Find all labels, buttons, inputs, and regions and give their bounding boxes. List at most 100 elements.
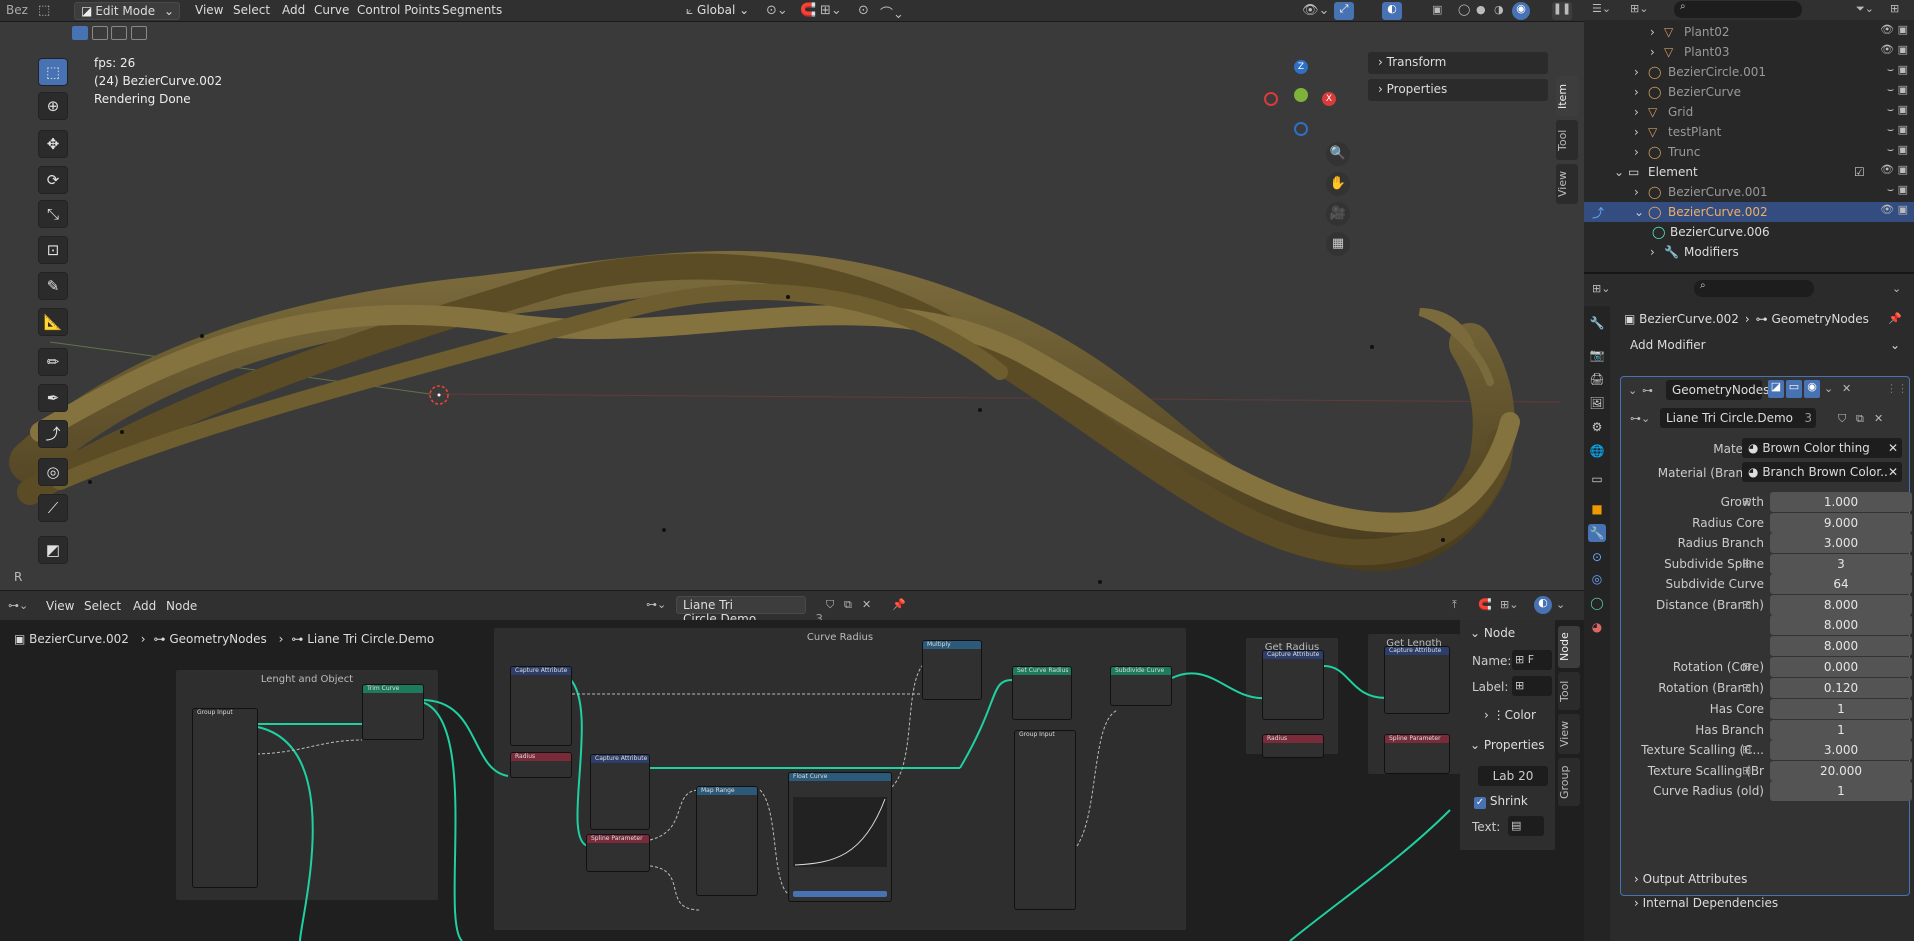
menu-view[interactable]: View (195, 3, 223, 17)
chevron-down-icon[interactable]: ⌄ (1892, 282, 1901, 295)
outliner-row-selected[interactable]: ⌄ ◯ BezierCurve.002 (1584, 202, 1914, 222)
node-tree-name[interactable]: Liane Tri Circle.Demo 3 (676, 596, 823, 626)
editor-type-icon[interactable]: ☰⌄ (1592, 2, 1611, 15)
outliner-row[interactable]: › 🔧 Modifiers (1584, 242, 1914, 262)
attribute-toggle-icon[interactable]: ⊞ (1742, 743, 1756, 757)
material-field[interactable]: ◕ Brown Color thing ✕ (1742, 438, 1902, 458)
node-subdivide-curve[interactable]: Subdivide Curve (1110, 666, 1172, 706)
chevron-down-icon[interactable]: ⌄ (1628, 384, 1637, 397)
input-field[interactable]: 9.000 (1770, 513, 1912, 533)
transform-panel[interactable]: › Transform (1368, 52, 1548, 74)
factor-slider[interactable] (793, 891, 887, 897)
gizmo-z-axis[interactable]: Z (1294, 60, 1308, 74)
menu-segments[interactable]: Segments (442, 3, 502, 17)
camera-button[interactable]: 🎥 (1326, 202, 1350, 226)
tab-view[interactable]: View (1556, 164, 1578, 204)
properties-panel[interactable]: › Properties (1368, 79, 1548, 101)
material-tab-icon[interactable]: ◕ (1588, 618, 1606, 636)
tab-view[interactable]: View (1558, 714, 1580, 754)
proportional-edit-icon[interactable]: ⊙ (858, 3, 869, 18)
snap-icon[interactable]: 🧲 (1478, 598, 1492, 611)
editor-type-icon[interactable]: ⬚ (38, 3, 50, 18)
input-field[interactable]: 64 (1770, 574, 1912, 594)
node-radius-2[interactable]: Radius (1262, 734, 1324, 758)
editor-type-icon[interactable]: ⊞⌄ (1592, 282, 1610, 295)
outliner-row[interactable]: › ◯ BezierCurve.001 (1584, 182, 1914, 202)
snap-element-icon[interactable]: ⊞⌄ (1500, 598, 1518, 611)
visibility-icon[interactable]: 👁⌄ (1302, 3, 1329, 18)
attribute-toggle-icon[interactable]: ⊞ (1742, 495, 1756, 509)
node-capture-attribute-3[interactable]: Capture Attribute (1262, 650, 1324, 720)
eye-icon[interactable]: 👁 ▣ (1874, 20, 1908, 40)
curve-edit-icon[interactable]: ⤴ (1592, 204, 1604, 221)
eye-icon[interactable]: 👁 ▣ (1874, 200, 1908, 220)
scene-tab-icon[interactable]: ⚙ (1588, 418, 1606, 436)
input-field[interactable]: 3 (1770, 554, 1912, 574)
overlay-toggle-icon[interactable]: ◐ (1382, 2, 1402, 20)
node-capture-attribute-4[interactable]: Capture Attribute (1384, 646, 1450, 714)
gizmo-neg-z-axis[interactable] (1294, 122, 1308, 136)
gizmo-y-axis[interactable] (1294, 88, 1308, 102)
fake-user-icon[interactable]: ⛉ (826, 598, 834, 612)
eye-closed-icon[interactable]: ⌣ ▣ (1874, 180, 1908, 200)
close-icon[interactable]: ✕ (1874, 412, 1883, 425)
node-multiply[interactable]: Multiply (922, 640, 982, 700)
extrude-tool[interactable]: ⤴ (38, 420, 68, 448)
label-field[interactable]: ⊞ (1512, 676, 1552, 696)
input-field[interactable]: 3.000 (1770, 740, 1912, 760)
search-input[interactable]: ⌕ (1674, 1, 1802, 18)
attribute-toggle-icon[interactable]: ⊞ (1742, 598, 1756, 612)
input-field[interactable]: 1 (1770, 781, 1912, 801)
lab-field[interactable]: Lab 20 (1478, 766, 1548, 786)
close-icon[interactable]: ✕ (862, 598, 871, 611)
modifier-name-field[interactable]: GeometryNodes (1666, 380, 1769, 400)
node-editor-canvas[interactable]: ▣ BezierCurve.002 › ⊶ GeometryNodes › ⊶ Li… (0, 620, 1584, 941)
zoom-button[interactable]: 🔍 (1326, 142, 1350, 166)
float-curve-graph[interactable] (793, 797, 887, 867)
measure-tool[interactable]: 📐 (38, 308, 68, 336)
randomize-tool[interactable]: ◩ (38, 536, 68, 564)
overlay-toggle-icon[interactable]: ◐ (1534, 596, 1552, 614)
close-icon[interactable]: ✕ (1842, 382, 1851, 395)
properties-section-header[interactable]: ⌄ Properties (1470, 738, 1545, 752)
outliner-row[interactable]: ◯ BezierCurve.006 (1584, 222, 1914, 242)
input-field[interactable]: 1 (1770, 699, 1912, 719)
attribute-toggle-icon[interactable]: ⊞ (1742, 681, 1756, 695)
falloff-icon[interactable]: ⌒⌄ (880, 3, 904, 22)
chevron-down-icon[interactable]: ⌄ (1824, 382, 1833, 395)
node-group-input-2[interactable]: Group Input (1014, 730, 1076, 910)
filter-icon[interactable]: ⏷⌄ (1856, 2, 1874, 16)
viewport-toggle-icon[interactable]: ▭ (1786, 380, 1802, 398)
node-group-input[interactable]: Group Input (192, 708, 258, 888)
eye-closed-icon[interactable]: ⌣ ▣ (1874, 60, 1908, 80)
pin-icon[interactable]: 📌 (892, 598, 906, 611)
input-field[interactable]: 1 (1770, 720, 1912, 740)
node-capture-attribute-1[interactable]: Capture Attribute (510, 666, 572, 746)
collection-tab-icon[interactable]: ▭ (1588, 470, 1606, 488)
input-field[interactable]: 8.000 (1770, 595, 1912, 615)
drag-handle-icon[interactable]: ⋮⋮ (1886, 382, 1908, 395)
attribute-toggle-icon[interactable]: ⊞ (1742, 764, 1756, 778)
pivot-icon[interactable]: ⊙⌄ (766, 3, 788, 18)
duplicate-icon[interactable]: ⧉ (1856, 412, 1864, 426)
text-field[interactable]: ▤ (1508, 816, 1544, 836)
chevron-down-icon[interactable]: ⌄ (1556, 598, 1565, 611)
rotate-tool[interactable]: ⟳ (38, 166, 68, 194)
input-field[interactable]: 8.000 (1770, 615, 1912, 635)
pin-icon[interactable]: 📌 (1888, 312, 1902, 325)
menu-select[interactable]: Select (233, 3, 270, 17)
cursor-tool[interactable]: ⊕ (38, 92, 68, 120)
render-tab-icon[interactable]: 📷 (1588, 346, 1606, 364)
outliner-row[interactable]: › ▽ testPlant (1584, 122, 1914, 142)
output-attributes-subpanel[interactable]: › Output Attributes (1634, 872, 1747, 886)
node-capture-attribute-2[interactable]: Capture Attribute (590, 754, 650, 830)
menu-curve[interactable]: Curve (314, 3, 349, 17)
particles-tab-icon[interactable]: ⊙ (1588, 548, 1606, 566)
tab-tool[interactable]: Tool (1558, 672, 1580, 710)
material-branch-field[interactable]: ◕ Branch Brown Color... ✕ (1742, 462, 1902, 482)
node-tree-browse-icon[interactable]: ⊶⌄ (1630, 412, 1650, 425)
outliner-row[interactable]: › ▽ Plant03 (1584, 42, 1914, 62)
draw-tool[interactable]: ✏ (38, 348, 68, 376)
mode-dropdown[interactable]: ◪ Edit Mode ⌄ (74, 2, 180, 20)
radius-tool[interactable]: ◎ (38, 458, 68, 486)
